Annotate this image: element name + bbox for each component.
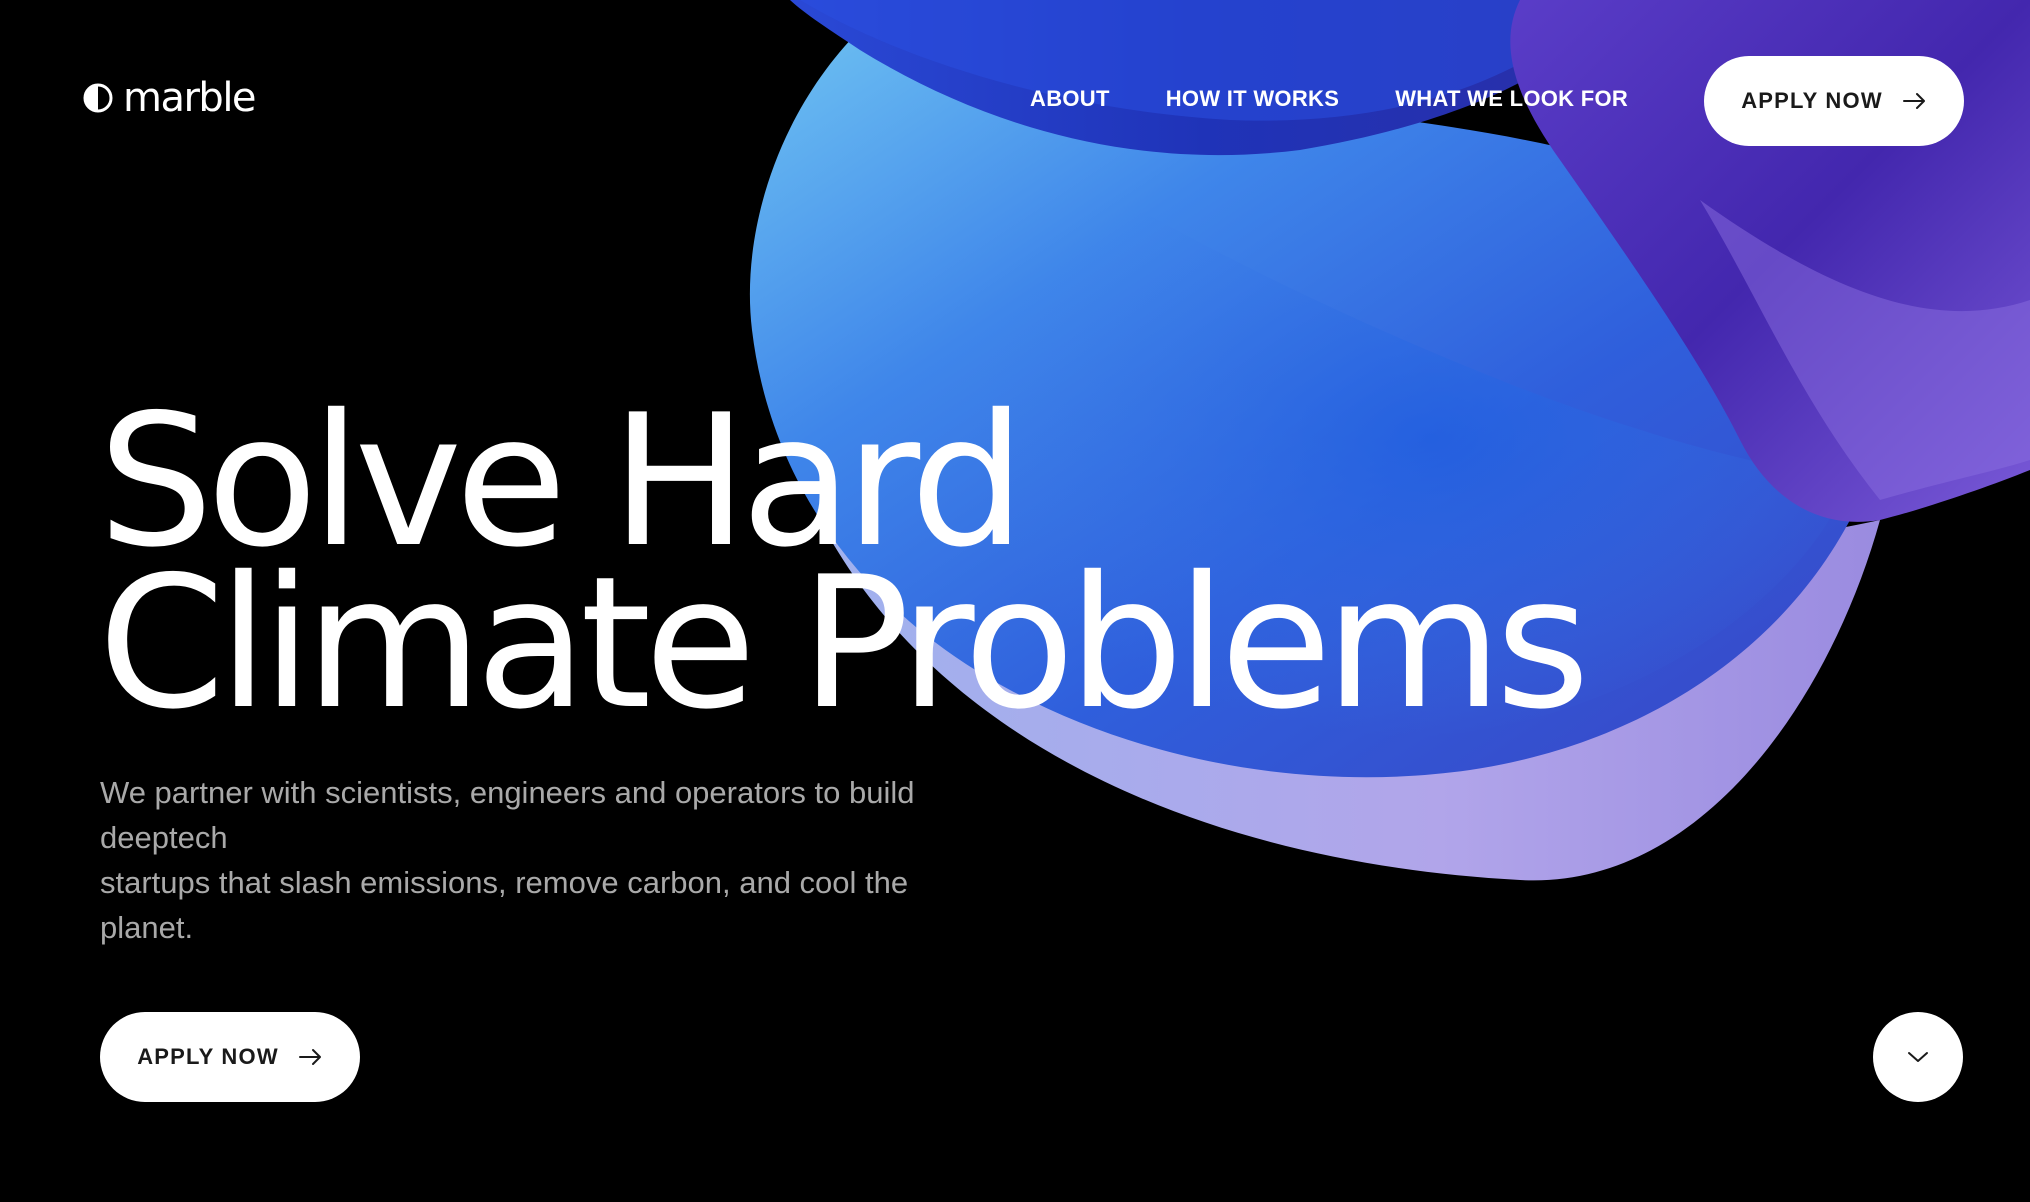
nav-link-what-we-look-for[interactable]: WHAT WE LOOK FOR: [1395, 86, 1628, 112]
marble-logo[interactable]: marble: [83, 75, 257, 121]
half-circle-icon: [83, 83, 113, 113]
nav-link-how-it-works[interactable]: HOW IT WORKS: [1166, 86, 1339, 112]
arrow-right-icon: [298, 1049, 321, 1065]
header-apply-now-label: APPLY NOW: [1741, 88, 1883, 113]
hero-headline: Solve Hard Climate Problems: [98, 390, 1590, 749]
hero-apply-now-button[interactable]: APPLY NOW: [100, 1012, 360, 1102]
headline-line-2: Climate Problems: [98, 537, 1590, 749]
logo-wordmark: marble: [123, 75, 257, 121]
hero-subcopy: We partner with scientists, engineers an…: [100, 770, 980, 950]
chevron-down-icon: [1908, 1052, 1928, 1062]
landing-page: marble ABOUT HOW IT WORKS WHAT WE LOOK F…: [0, 0, 2030, 1202]
subcopy-line-1: We partner with scientists, engineers an…: [100, 775, 915, 855]
nav-link-about[interactable]: ABOUT: [1030, 86, 1110, 112]
header-apply-now-button[interactable]: APPLY NOW: [1704, 56, 1964, 146]
arrow-right-icon: [1902, 93, 1925, 109]
main-nav: ABOUT HOW IT WORKS WHAT WE LOOK FOR: [1030, 86, 1628, 112]
hero-apply-now-label: APPLY NOW: [137, 1044, 279, 1069]
subcopy-line-2: startups that slash emissions, remove ca…: [100, 865, 909, 945]
scroll-down-button[interactable]: [1873, 1012, 1963, 1102]
